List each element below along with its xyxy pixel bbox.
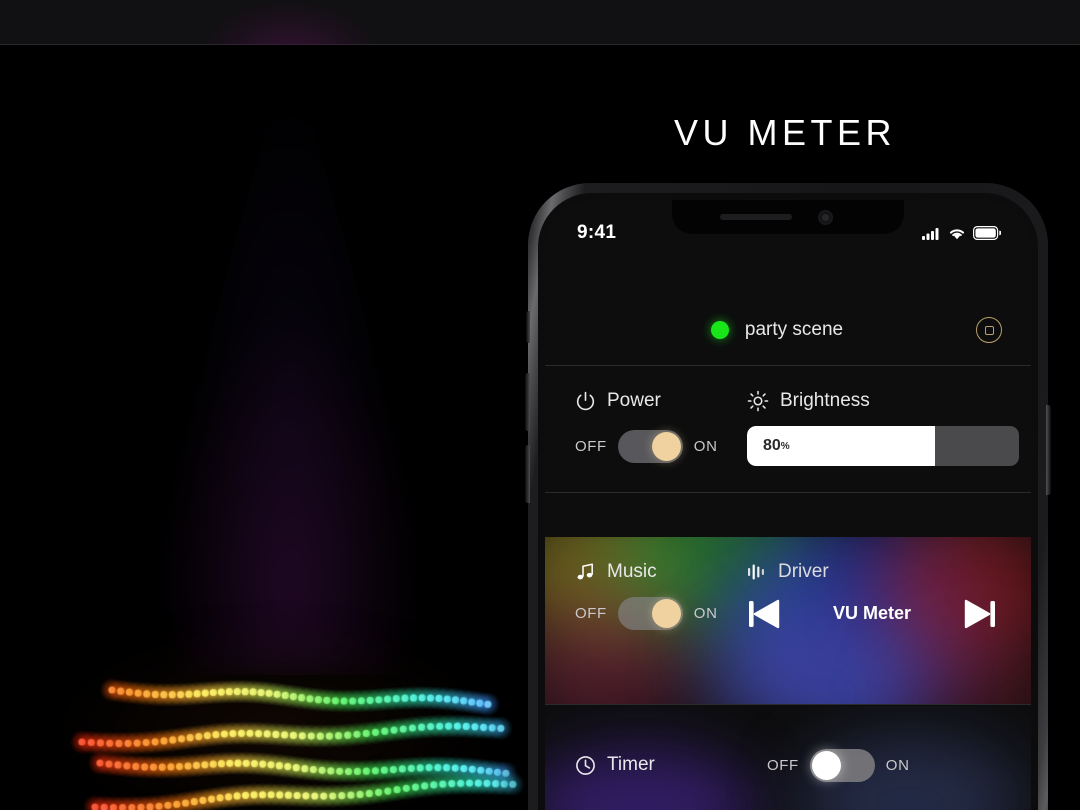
cellular-bars-icon [922,227,941,240]
driver-media-controls: VU Meter [737,599,1031,629]
battery-full-icon [973,226,1001,240]
music-toggle[interactable]: OFF ON [575,597,737,630]
driver-label-group: Driver [737,561,1031,583]
timer-label: Timer [607,754,655,775]
music-label: Music [607,561,657,582]
timer-row: Timer OFF ON [545,706,1031,810]
power-toggle-track[interactable] [617,429,683,463]
record-stop-icon [976,317,1002,343]
timer-label-group: Timer [575,754,767,776]
power-toggle-on-label: ON [693,437,718,455]
status-dot [710,321,729,339]
brightness-slider-group: 80% [737,426,1031,466]
music-toggle-group: OFF ON [545,597,737,630]
brightness-value: 80% [763,426,790,466]
timer-toggle[interactable]: OFF ON [767,748,910,782]
power-toggle[interactable]: OFF ON [575,429,737,463]
phone-power-button[interactable] [1046,405,1051,495]
timer-toggle-track[interactable] [809,748,875,782]
power-toggle-group: OFF ON [545,429,737,463]
music-note-icon [575,562,596,583]
scene-header-row: party scene [545,295,1031,366]
skip-next-icon[interactable] [963,599,997,629]
phone-screen: 9:41 party scene Power Brightness OFF ON… [545,200,1031,810]
brightness-value-unit: % [780,440,790,452]
phone-mute-switch[interactable] [526,311,530,343]
power-label: Power [607,390,661,411]
timer-section: Timer OFF ON [545,706,1031,810]
music-label-group: Music [545,561,737,583]
equalizer-bars-icon [747,562,767,582]
power-brightness-controls: OFF ON 80% [545,412,1031,492]
power-toggle-knob[interactable] [651,431,681,461]
scene-action-button[interactable] [969,317,1009,343]
music-toggle-off-label: OFF [575,605,607,622]
scene-name-label: party scene [744,319,844,340]
music-toggle-on-label: ON [693,605,718,622]
music-driver-section: Music Driver OFF ON VU Meter [545,537,1031,705]
music-toggle-knob[interactable] [651,599,681,628]
driver-label: Driver [778,561,829,582]
screenshot-root: VU METER 9:41 party scene Power Brightne… [0,0,1080,810]
power-brightness-section: Power Brightness OFF ON 80 % [545,366,1031,493]
brightness-sun-icon [747,390,769,412]
music-toggle-track[interactable] [617,597,683,630]
clock-icon [575,755,596,776]
page-title: VU METER [673,112,896,153]
timer-toggle-on-label: ON [885,756,910,774]
phone-volume-up-button[interactable] [525,373,530,431]
timer-toggle-knob[interactable] [811,750,841,780]
brightness-slider[interactable]: 80% [747,426,1019,466]
skip-previous-icon[interactable] [747,599,781,629]
brightness-label-group: Brightness [737,390,1031,412]
phone-notch [672,200,904,234]
music-driver-controls: OFF ON VU Meter [545,583,1031,656]
brightness-value-number: 80 [763,437,781,454]
earpiece-speaker [720,214,792,220]
music-driver-labels: Music Driver [545,537,1031,583]
brightness-label: Brightness [780,390,870,411]
phone-volume-down-button[interactable] [525,445,530,503]
top-band [0,0,1080,45]
power-brightness-labels: Power Brightness [545,366,1031,412]
phone-mockup: 9:41 party scene Power Brightness OFF ON… [525,183,1051,810]
front-camera-icon [818,210,833,225]
status-bar-clock: 9:41 [577,222,617,243]
status-bar-indicators [922,226,1001,240]
power-label-group: Power [545,390,737,412]
timer-toggle-off-label: OFF [767,756,799,774]
power-icon [575,391,596,412]
power-toggle-off-label: OFF [575,437,607,455]
wifi-icon [948,227,966,240]
scene-header-center[interactable]: party scene [585,319,969,341]
top-band-glow [200,0,380,45]
driver-name-label: VU Meter [832,603,912,623]
